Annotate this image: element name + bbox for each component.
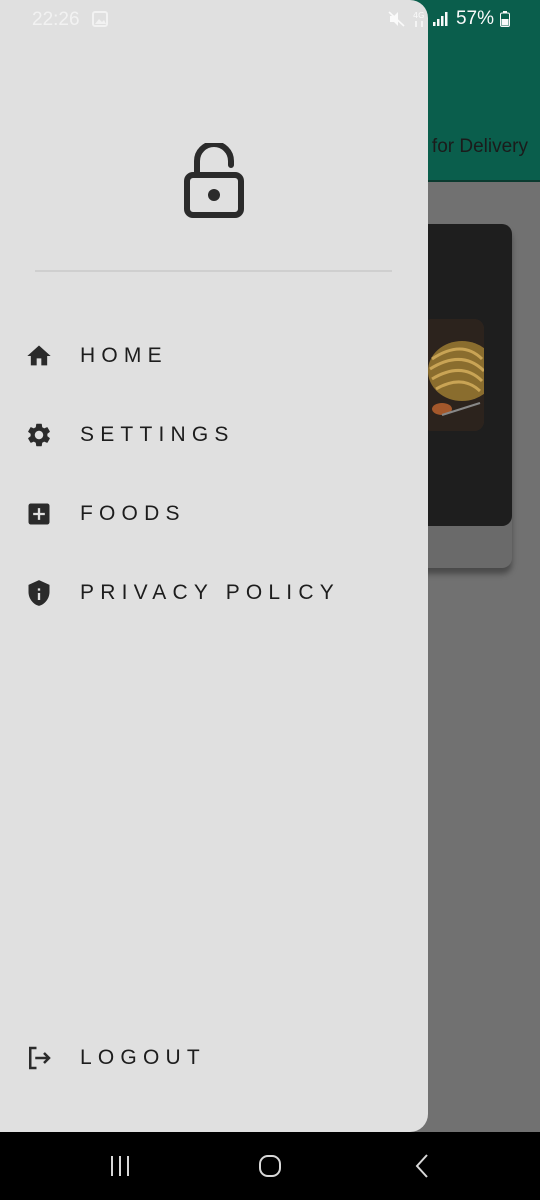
gear-icon (24, 420, 54, 450)
drawer-item-logout[interactable]: LOGOUT (24, 1038, 404, 1078)
drawer-divider (35, 270, 392, 272)
add-box-icon (24, 499, 54, 529)
lock-open-icon (184, 143, 244, 218)
battery-percent: 57% (455, 8, 494, 29)
drawer-item-privacy-policy[interactable]: PRIVACY POLICY (24, 573, 404, 613)
image-icon (92, 11, 108, 27)
signal-icon (432, 12, 448, 26)
back-button[interactable] (402, 1150, 442, 1182)
status-time: 22:26 (32, 9, 80, 30)
drawer-item-label: PRIVACY POLICY (80, 581, 340, 604)
mute-icon (388, 11, 405, 27)
logout-icon (24, 1043, 54, 1073)
drawer-item-label: LOGOUT (80, 1046, 206, 1069)
navigation-drawer: HOME SETTINGS FOODS PRIVACY POLICY LOGOU… (0, 0, 428, 1132)
recents-button[interactable] (100, 1150, 140, 1182)
status-right: 4G 57% (388, 8, 510, 30)
drawer-item-settings[interactable]: SETTINGS (24, 415, 404, 455)
home-icon (24, 341, 54, 371)
drawer-item-home[interactable]: HOME (24, 336, 404, 376)
home-button[interactable] (250, 1150, 290, 1182)
svg-text:4G: 4G (413, 11, 424, 20)
recents-icon (111, 1156, 129, 1176)
back-icon (415, 1154, 428, 1178)
drawer-item-label: SETTINGS (80, 423, 235, 446)
drawer-item-foods[interactable]: FOODS (24, 494, 404, 534)
status-bar: 22:26 4G 57% (0, 0, 540, 40)
home-circle-icon (259, 1155, 281, 1177)
shield-info-icon (24, 578, 54, 608)
app-header-text: for Delivery (431, 136, 528, 157)
drawer-item-label: FOODS (80, 502, 186, 525)
system-nav-bar (0, 1132, 540, 1200)
4g-icon: 4G (413, 11, 424, 27)
food-image (422, 319, 484, 431)
drawer-item-label: HOME (80, 344, 168, 367)
battery-icon (500, 11, 510, 27)
